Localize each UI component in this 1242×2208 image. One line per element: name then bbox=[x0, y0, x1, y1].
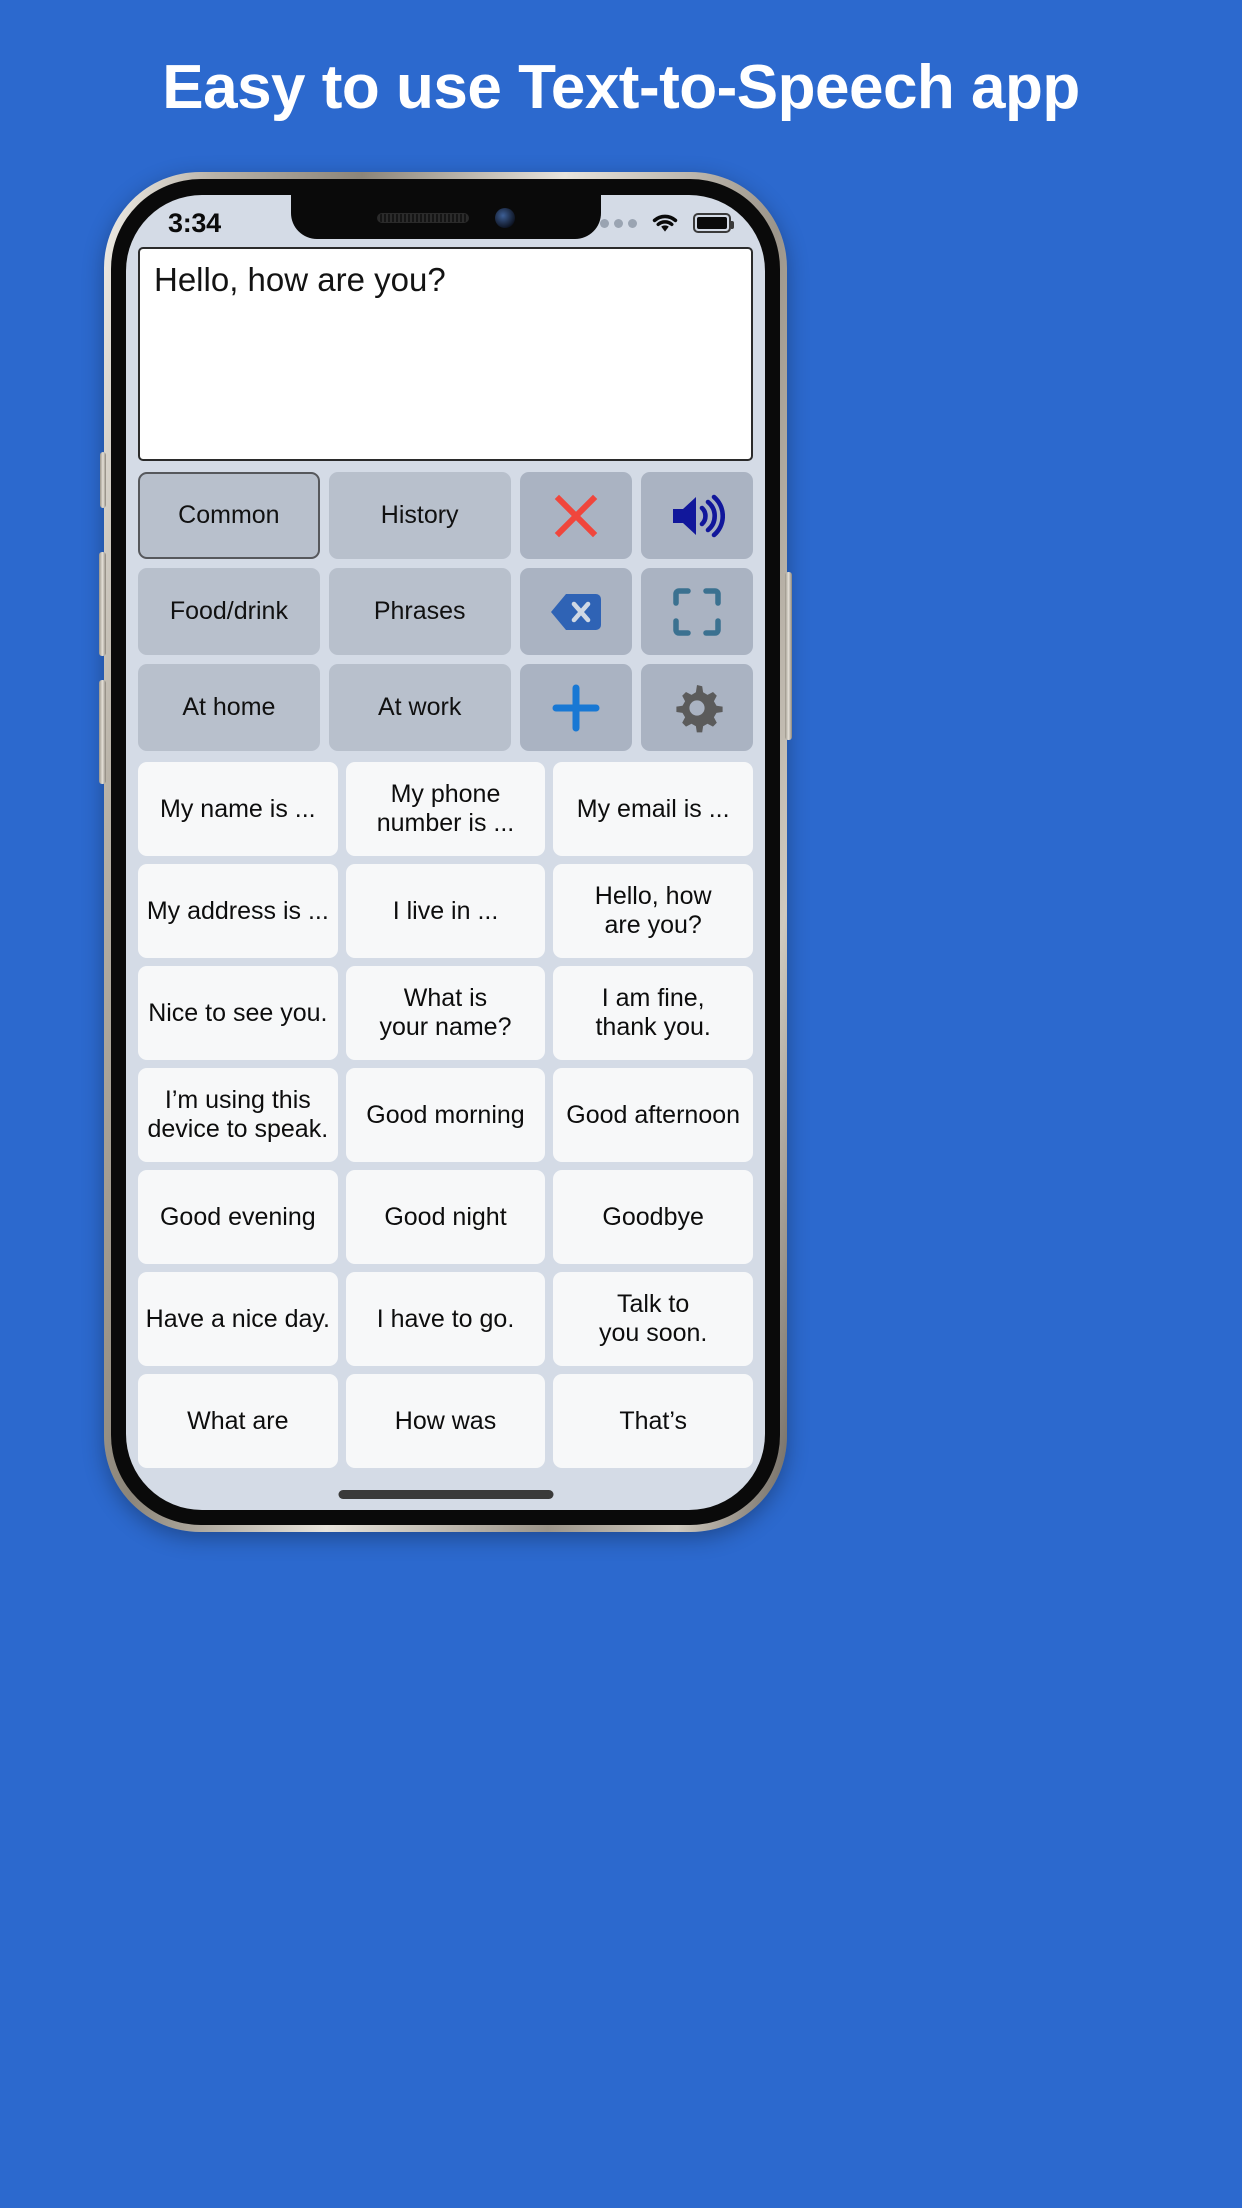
phrase-tile[interactable]: Good night bbox=[345, 1170, 546, 1264]
phrase-tile[interactable]: My phone number is ... bbox=[345, 762, 546, 856]
plus-icon bbox=[552, 684, 600, 731]
phrase-tile[interactable]: Have a nice day. bbox=[138, 1272, 338, 1366]
volume-up-button[interactable] bbox=[99, 552, 106, 656]
phrase-tile[interactable]: That’s bbox=[553, 1374, 753, 1468]
clear-button[interactable] bbox=[519, 472, 632, 559]
phrase-tile[interactable]: My email is ... bbox=[553, 762, 753, 856]
power-button[interactable] bbox=[785, 572, 792, 740]
battery-icon bbox=[693, 213, 734, 233]
phone-bezel: 3:34 Hello, how are you? Common History … bbox=[111, 179, 780, 1525]
phrase-tile[interactable]: What is your name? bbox=[345, 966, 546, 1060]
phrase-tile[interactable]: What are bbox=[138, 1374, 338, 1468]
gear-icon bbox=[676, 684, 723, 732]
controls-grid: Common History Food/drink Phrases At hom… bbox=[138, 472, 753, 751]
fullscreen-button[interactable] bbox=[640, 568, 753, 655]
phrase-tile[interactable]: I’m using this device to speak. bbox=[138, 1068, 338, 1162]
volume-down-button[interactable] bbox=[99, 680, 106, 784]
phrase-tile[interactable]: Good evening bbox=[138, 1170, 338, 1264]
text-input[interactable]: Hello, how are you? bbox=[138, 247, 753, 461]
phrase-tile[interactable]: Talk to you soon. bbox=[553, 1272, 753, 1366]
category-button-food-drink[interactable]: Food/drink bbox=[138, 568, 320, 655]
phrase-tile[interactable]: I have to go. bbox=[345, 1272, 546, 1366]
phrase-tile[interactable]: I live in ... bbox=[345, 864, 546, 958]
silence-switch[interactable] bbox=[100, 452, 106, 508]
phrase-grid: My name is ... My phone number is ... My … bbox=[138, 762, 753, 1468]
category-button-history[interactable]: History bbox=[328, 472, 511, 559]
front-camera-icon bbox=[494, 208, 515, 228]
phrase-tile[interactable]: My name is ... bbox=[138, 762, 338, 856]
add-phrase-button[interactable] bbox=[519, 664, 632, 751]
backspace-button[interactable] bbox=[519, 568, 632, 655]
phone-screen: 3:34 Hello, how are you? Common History … bbox=[126, 195, 765, 1510]
status-time: 3:34 bbox=[168, 207, 221, 238]
fullscreen-icon bbox=[673, 587, 721, 636]
phrase-tile[interactable]: I am fine, thank you. bbox=[553, 966, 753, 1060]
status-indicators bbox=[586, 212, 734, 234]
settings-button[interactable] bbox=[640, 664, 753, 751]
category-button-at-home[interactable]: At home bbox=[138, 664, 320, 751]
speak-button[interactable] bbox=[640, 472, 753, 559]
notch bbox=[290, 195, 601, 239]
home-indicator[interactable] bbox=[338, 1490, 553, 1499]
speaker-icon bbox=[672, 494, 725, 537]
wifi-icon bbox=[652, 214, 678, 232]
phrase-tile[interactable]: Good morning bbox=[345, 1068, 546, 1162]
phrase-tile[interactable]: Goodbye bbox=[553, 1170, 753, 1264]
category-button-at-work[interactable]: At work bbox=[328, 664, 511, 751]
category-button-phrases[interactable]: Phrases bbox=[328, 568, 511, 655]
phrase-tile[interactable]: Nice to see you. bbox=[138, 966, 338, 1060]
promo-screenshot: Easy to use Text-to-Speech app 3:34 Hell… bbox=[0, 0, 1242, 2208]
phrase-tile[interactable]: Hello, how are you? bbox=[553, 864, 753, 958]
phrase-tile[interactable]: How was bbox=[345, 1374, 546, 1468]
page-title: Easy to use Text-to-Speech app bbox=[162, 53, 1080, 122]
backspace-icon bbox=[550, 593, 601, 630]
earpiece-speaker-icon bbox=[376, 213, 469, 223]
phrase-tile[interactable]: My address is ... bbox=[138, 864, 338, 958]
phrase-tile[interactable]: Good afternoon bbox=[553, 1068, 753, 1162]
clear-icon bbox=[554, 494, 597, 537]
category-button-common[interactable]: Common bbox=[138, 472, 320, 559]
app-content: Hello, how are you? Common History Food/… bbox=[126, 247, 765, 1468]
phone-device-frame: 3:34 Hello, how are you? Common History … bbox=[99, 172, 792, 1532]
